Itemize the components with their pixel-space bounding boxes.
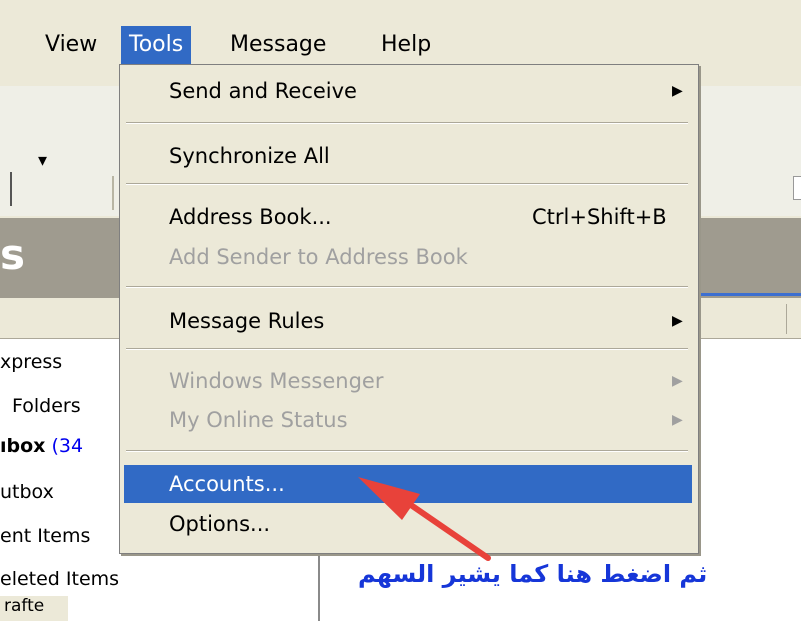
toolbar-dropdown-arrow-icon[interactable]: ▾ (38, 150, 47, 171)
submenu-arrow-icon: ▶ (672, 313, 683, 329)
menu-item-address-book[interactable]: Address Book... Ctrl+Shift+B (124, 198, 692, 236)
menu-item-label: Message Rules (169, 309, 325, 333)
folder-drafts-label: rafte (4, 596, 45, 616)
menu-item-online-status: My Online Status ▶ (124, 401, 692, 439)
menu-item-shortcut: Ctrl+Shift+B (532, 205, 667, 229)
toolbar-separator (112, 176, 114, 210)
folder-inbox-label: ıbox (0, 435, 46, 457)
menu-item-label: Accounts... (169, 472, 285, 496)
folder-inbox[interactable]: ıbox (34 (0, 435, 83, 457)
submenu-arrow-icon: ▶ (672, 412, 683, 428)
menu-tools[interactable]: Tools (121, 26, 192, 64)
menu-help[interactable]: Help (373, 26, 439, 64)
toolbar-separator (10, 172, 12, 206)
menu-separator (126, 286, 688, 288)
menu-item-label: Synchronize All (169, 144, 330, 168)
column-header-divider[interactable] (786, 304, 787, 334)
folder-sent-items[interactable]: ent Items (0, 525, 90, 547)
menu-item-label: Address Book... (169, 205, 332, 229)
folder-deleted-items[interactable]: eleted Items (0, 568, 119, 590)
title-band-accent (690, 293, 801, 296)
folder-local-folders[interactable]: Folders (12, 395, 81, 417)
menu-item-label: Windows Messenger (169, 369, 384, 393)
menu-item-message-rules[interactable]: Message Rules ▶ (124, 302, 692, 340)
menu-separator (126, 122, 688, 124)
menu-item-label: Add Sender to Address Book (169, 245, 468, 269)
menu-item-windows-messenger: Windows Messenger ▶ (124, 362, 692, 400)
folder-outbox[interactable]: utbox (0, 481, 54, 503)
menu-item-label: Options... (169, 512, 271, 536)
menu-view[interactable]: View (37, 26, 105, 64)
toolbar-button-stub[interactable] (793, 176, 801, 200)
menu-separator (126, 348, 688, 350)
folder-outlook-express[interactable]: xpress (0, 351, 62, 373)
menu-item-label: Send and Receive (169, 79, 357, 103)
menu-separator (126, 450, 688, 452)
menu-item-accounts[interactable]: Accounts... (124, 465, 692, 503)
menu-item-options[interactable]: Options... (124, 505, 692, 543)
menu-separator (126, 183, 688, 185)
submenu-arrow-icon: ▶ (672, 83, 683, 99)
submenu-arrow-icon: ▶ (672, 373, 683, 389)
folder-title: s (0, 230, 25, 279)
menu-item-add-sender: Add Sender to Address Book (124, 238, 692, 276)
tools-menu: Send and Receive ▶ Synchronize All Addre… (119, 64, 699, 554)
folder-inbox-count: (34 (51, 435, 84, 457)
menu-item-synchronize-all[interactable]: Synchronize All (124, 137, 692, 175)
folder-drafts[interactable]: rafte (0, 596, 68, 621)
menu-item-label: My Online Status (169, 408, 348, 432)
menu-item-send-receive[interactable]: Send and Receive ▶ (124, 72, 692, 110)
menu-message[interactable]: Message (222, 26, 334, 64)
instruction-annotation: ثم اضغط هنا كما يشير السهم (358, 560, 708, 588)
